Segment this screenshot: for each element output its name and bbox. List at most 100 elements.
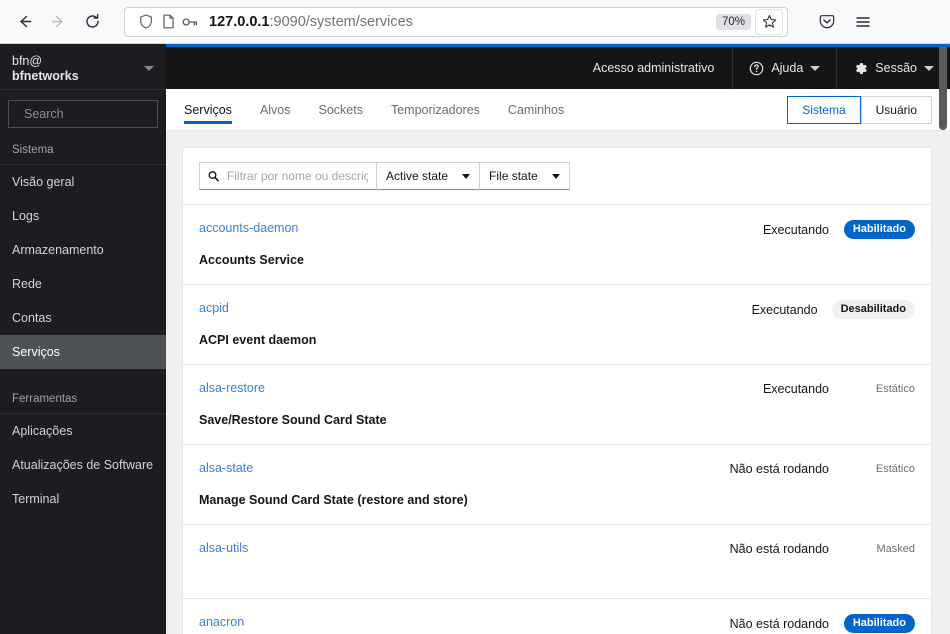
service-unit-link[interactable]: alsa-utils: [199, 539, 711, 557]
reload-icon: [85, 13, 99, 28]
service-active-state: Não está rodando: [729, 462, 829, 476]
bookmark-star-icon[interactable]: [755, 8, 783, 35]
filter-toolbar: Active state File state: [183, 148, 931, 204]
service-unit-link[interactable]: alsa-restore: [199, 379, 711, 397]
user-prefix: bfn@: [12, 53, 43, 68]
service-file-state-wrap: Masked: [843, 540, 915, 558]
zoom-level-indicator[interactable]: 70%: [715, 13, 751, 30]
service-unit-link[interactable]: acpid: [199, 299, 700, 317]
back-button[interactable]: [8, 6, 40, 38]
service-status: Não está rodando Habilitado: [711, 613, 915, 633]
services-card: Active state File state accounts-daemon …: [182, 147, 932, 634]
service-status: Executando Estático: [711, 379, 915, 398]
sidebar-item-logs[interactable]: Logs: [0, 199, 166, 233]
forward-button[interactable]: [42, 6, 74, 38]
file-state-label: File state: [489, 169, 538, 183]
table-row[interactable]: accounts-daemon Accounts Service Executa…: [183, 204, 931, 284]
table-row[interactable]: alsa-state Manage Sound Card State (rest…: [183, 444, 931, 524]
table-row[interactable]: alsa-utils Não está rodando Masked: [183, 524, 931, 598]
service-info: alsa-restore Save/Restore Sound Card Sta…: [199, 379, 711, 429]
session-label: Sessão: [875, 61, 917, 75]
cockpit-topbar: Acesso administrativo Ajuda Sessão: [166, 44, 950, 89]
key-icon[interactable]: [179, 11, 201, 33]
sidebar-item-contas[interactable]: Contas: [0, 301, 166, 335]
service-description: Save/Restore Sound Card State: [199, 413, 387, 427]
service-info: alsa-utils: [199, 539, 711, 571]
chevron-down-icon: [810, 65, 821, 71]
table-row[interactable]: alsa-restore Save/Restore Sound Card Sta…: [183, 364, 931, 444]
service-file-state-wrap: Estático: [843, 380, 915, 398]
session-menu[interactable]: Sessão: [836, 47, 950, 89]
tab-servicos[interactable]: Serviços: [182, 89, 246, 130]
table-row[interactable]: anacron Run anacron jobs Não está rodand…: [183, 598, 931, 634]
arrow-right-icon: [51, 15, 63, 28]
table-row[interactable]: acpid ACPI event daemon Executando Desab…: [183, 284, 931, 364]
browser-toolbar: 127.0.0.1:9090/system/services 70%: [0, 0, 950, 44]
tab-temporizadores[interactable]: Temporizadores: [377, 89, 494, 130]
sidebar-item-visao-geral[interactable]: Visão geral: [0, 165, 166, 199]
sidebar-item-rede[interactable]: Rede: [0, 267, 166, 301]
scope-toggle-system[interactable]: Sistema: [787, 95, 861, 124]
arrow-left-icon: [19, 15, 31, 28]
chevron-down-icon: [462, 173, 471, 179]
status-badge: Habilitado: [843, 614, 915, 633]
sidebar-item-terminal[interactable]: Terminal: [0, 482, 166, 516]
sidebar-item-armazenamento[interactable]: Armazenamento: [0, 233, 166, 267]
service-active-state: Não está rodando: [729, 616, 829, 631]
service-file-state-wrap: Habilitado: [843, 614, 915, 633]
address-bar[interactable]: 127.0.0.1:9090/system/services 70%: [124, 6, 788, 37]
help-menu[interactable]: Ajuda: [732, 47, 836, 89]
chevron-down-icon: [551, 173, 560, 179]
gear-icon: [856, 62, 868, 74]
url-path: :9090/system/services: [269, 13, 413, 30]
service-unit-link[interactable]: anacron: [199, 613, 711, 631]
admin-access-button[interactable]: Acesso administrativo: [575, 61, 733, 75]
service-status: Executando Habilitado: [711, 219, 915, 239]
chevron-down-icon: [924, 65, 934, 71]
help-label: Ajuda: [771, 61, 804, 75]
service-status: Executando Desabilitado: [700, 299, 915, 319]
sidebar-item-aplicacoes[interactable]: Aplicações: [0, 414, 166, 448]
search-input[interactable]: [24, 107, 166, 121]
sidebar-item-servicos[interactable]: Serviços: [0, 335, 166, 369]
file-state-select[interactable]: File state: [480, 162, 570, 190]
url-text[interactable]: 127.0.0.1:9090/system/services: [209, 14, 716, 30]
service-file-state-wrap: Desabilitado: [831, 300, 915, 319]
question-circle-icon: [750, 61, 764, 75]
status-badge: Estático: [875, 463, 915, 475]
status-badge: Habilitado: [843, 220, 915, 239]
service-description: ACPI event daemon: [199, 333, 317, 347]
service-active-state: Executando: [762, 382, 829, 396]
sidebar-group-label-system: Sistema: [0, 134, 166, 165]
reload-button[interactable]: [76, 6, 108, 38]
page-loading-bar: [166, 44, 950, 47]
pocket-icon[interactable]: [812, 7, 842, 37]
services-scroll-area: Active state File state accounts-daemon …: [166, 131, 950, 634]
url-host: 127.0.0.1: [209, 13, 270, 30]
page-info-icon[interactable]: [157, 11, 179, 33]
service-active-state: Executando: [751, 302, 818, 317]
sidebar-item-atualizacoes[interactable]: Atualizações de Software: [0, 448, 166, 482]
status-badge: Desabilitado: [831, 300, 915, 319]
name-filter-box[interactable]: [199, 162, 377, 190]
main-area: Acesso administrativo Ajuda Sessão Servi…: [166, 44, 950, 634]
tab-sockets[interactable]: Sockets: [305, 89, 377, 130]
service-description: Accounts Service: [199, 253, 304, 267]
host-switcher[interactable]: bfn@ bfnetworks: [0, 44, 166, 90]
search-box[interactable]: [8, 100, 166, 128]
service-info: alsa-state Manage Sound Card State (rest…: [199, 459, 711, 509]
service-status: Não está rodando Masked: [711, 539, 915, 558]
service-unit-link[interactable]: accounts-daemon: [199, 219, 711, 237]
status-badge: Estático: [875, 383, 915, 395]
browser-extra-buttons: [812, 7, 878, 37]
tab-caminhos[interactable]: Caminhos: [494, 89, 578, 130]
name-filter-input[interactable]: [226, 169, 368, 183]
active-state-select[interactable]: Active state: [377, 162, 481, 190]
scope-toggle-user[interactable]: Usuário: [860, 95, 932, 124]
service-active-state: Executando: [762, 222, 829, 237]
unit-type-tabbar: Serviços Alvos Sockets Temporizadores Ca…: [166, 89, 950, 131]
hamburger-menu-icon[interactable]: [848, 7, 878, 37]
tab-alvos[interactable]: Alvos: [246, 89, 305, 130]
service-unit-link[interactable]: alsa-state: [199, 459, 711, 477]
